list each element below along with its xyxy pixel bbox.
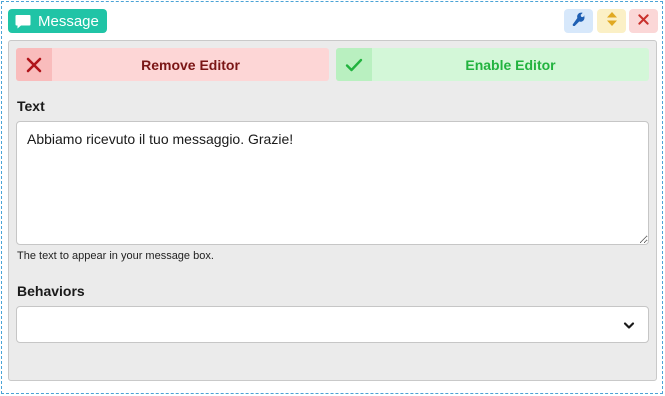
delete-widget-button[interactable] bbox=[629, 9, 658, 33]
remove-editor-button[interactable]: Remove Editor bbox=[16, 48, 329, 81]
x-mark-icon bbox=[16, 48, 52, 81]
move-button[interactable] bbox=[597, 9, 626, 33]
close-icon bbox=[638, 12, 649, 30]
widget-settings-panel: Remove Editor Enable Editor Text Abbiamo… bbox=[8, 40, 657, 381]
enable-editor-button[interactable]: Enable Editor bbox=[336, 48, 649, 81]
text-field-label: Text bbox=[17, 98, 45, 114]
settings-wrench-button[interactable] bbox=[564, 9, 593, 33]
behaviors-select[interactable] bbox=[16, 306, 649, 343]
chat-bubble-icon bbox=[15, 13, 31, 29]
badge-label: Message bbox=[38, 12, 99, 30]
enable-editor-label: Enable Editor bbox=[465, 56, 556, 73]
text-help: The text to appear in your message box. bbox=[17, 250, 214, 262]
behaviors-label: Behaviors bbox=[17, 283, 85, 299]
remove-editor-label: Remove Editor bbox=[141, 56, 240, 73]
chevron-down-icon bbox=[622, 319, 636, 331]
checkmark-icon bbox=[336, 48, 372, 81]
move-updown-icon bbox=[606, 11, 618, 32]
message-text-area[interactable]: Abbiamo ricevuto il tuo messaggio. Grazi… bbox=[16, 121, 649, 245]
wrench-icon bbox=[572, 12, 586, 31]
message-widget-badge[interactable]: Message bbox=[8, 9, 107, 33]
